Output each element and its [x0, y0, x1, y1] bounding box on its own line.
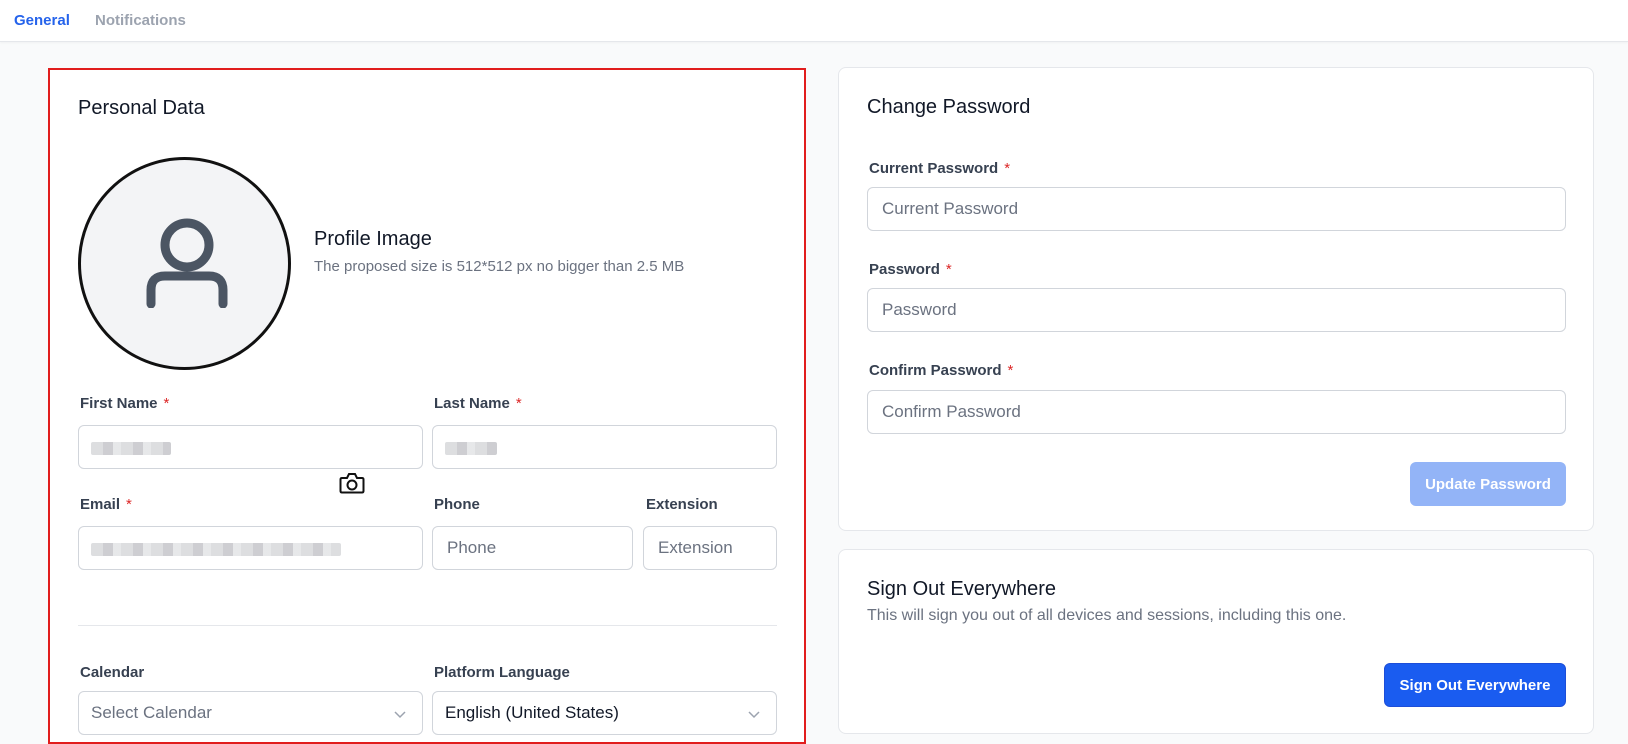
platform-language-select[interactable]: English (United States) [432, 691, 777, 735]
tab-notifications[interactable]: Notifications [95, 12, 186, 29]
change-password-title: Change Password [867, 96, 1031, 118]
sign-out-everywhere-card: Sign Out Everywhere This will sign you o… [838, 549, 1594, 734]
password-input[interactable] [867, 288, 1566, 332]
sign-out-title: Sign Out Everywhere [867, 578, 1056, 600]
change-password-card: Change Password Current Password * Passwo… [838, 67, 1594, 531]
email-redacted-value [91, 543, 341, 556]
personal-data-card: Personal Data Profile Image The proposed… [48, 68, 806, 744]
tab-general[interactable]: General [14, 12, 70, 29]
platform-language-label: Platform Language [434, 664, 570, 681]
calendar-select[interactable]: Select Calendar [78, 691, 423, 735]
confirm-password-label: Confirm Password * [869, 362, 1014, 379]
phone-label: Phone [434, 496, 480, 513]
sign-out-everywhere-button[interactable]: Sign Out Everywhere [1384, 663, 1566, 707]
calendar-select-value: Select Calendar [91, 703, 212, 722]
last-name-redacted-value [445, 442, 497, 455]
user-icon [146, 218, 228, 308]
sign-out-description: This will sign you out of all devices an… [867, 607, 1347, 624]
first-name-field[interactable] [78, 425, 423, 469]
top-tab-bar: General Notifications [0, 0, 1628, 42]
first-name-label: First Name * [80, 395, 170, 412]
first-name-redacted-value [91, 442, 171, 455]
email-field[interactable] [78, 526, 423, 570]
profile-avatar[interactable] [78, 157, 365, 494]
last-name-label: Last Name * [434, 395, 522, 412]
update-password-button[interactable]: Update Password [1410, 462, 1566, 506]
profile-image-hint: The proposed size is 512*512 px no bigge… [314, 258, 685, 275]
last-name-field[interactable] [432, 425, 777, 469]
calendar-label: Calendar [80, 664, 145, 681]
email-label: Email * [80, 496, 132, 513]
phone-input[interactable] [432, 526, 633, 570]
extension-label: Extension [646, 496, 718, 513]
chevron-down-icon [394, 711, 406, 719]
password-label: Password * [869, 261, 952, 278]
chevron-down-icon [748, 711, 760, 719]
current-password-label: Current Password * [869, 160, 1011, 177]
platform-language-value: English (United States) [445, 703, 619, 722]
current-password-input[interactable] [867, 187, 1566, 231]
confirm-password-input[interactable] [867, 390, 1566, 434]
section-divider [78, 625, 777, 626]
extension-input[interactable] [643, 526, 777, 570]
personal-data-title: Personal Data [78, 97, 205, 119]
profile-image-title: Profile Image [314, 228, 432, 250]
